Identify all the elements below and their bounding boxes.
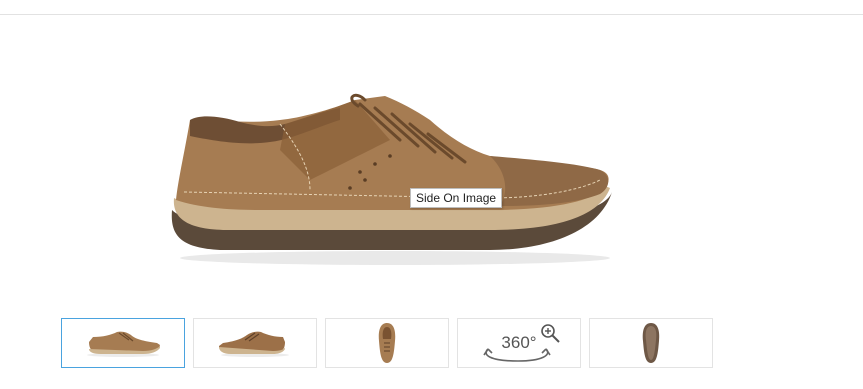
product-main-image[interactable] bbox=[160, 80, 630, 270]
thumbnail-top-view[interactable] bbox=[325, 318, 449, 368]
shoe-side-image bbox=[171, 93, 612, 265]
rotate-arrows-icon bbox=[483, 348, 551, 362]
top-divider bbox=[0, 14, 863, 15]
thumbnail-angled-view[interactable] bbox=[193, 318, 317, 368]
image-alt-tooltip: Side On Image bbox=[410, 188, 503, 208]
shoe-sole-thumb bbox=[642, 323, 660, 363]
zoom-in-icon bbox=[541, 324, 560, 343]
shoe-angled-thumb bbox=[219, 331, 289, 357]
thumbnail-side-view[interactable] bbox=[61, 318, 185, 368]
thumbnail-360-view[interactable]: 360° bbox=[457, 318, 581, 368]
shoe-top-thumb bbox=[378, 323, 396, 363]
thumbnail-sole-view[interactable] bbox=[589, 318, 713, 368]
thumbnail-strip: 360° bbox=[61, 318, 713, 368]
shoe-side-thumb bbox=[87, 331, 160, 357]
